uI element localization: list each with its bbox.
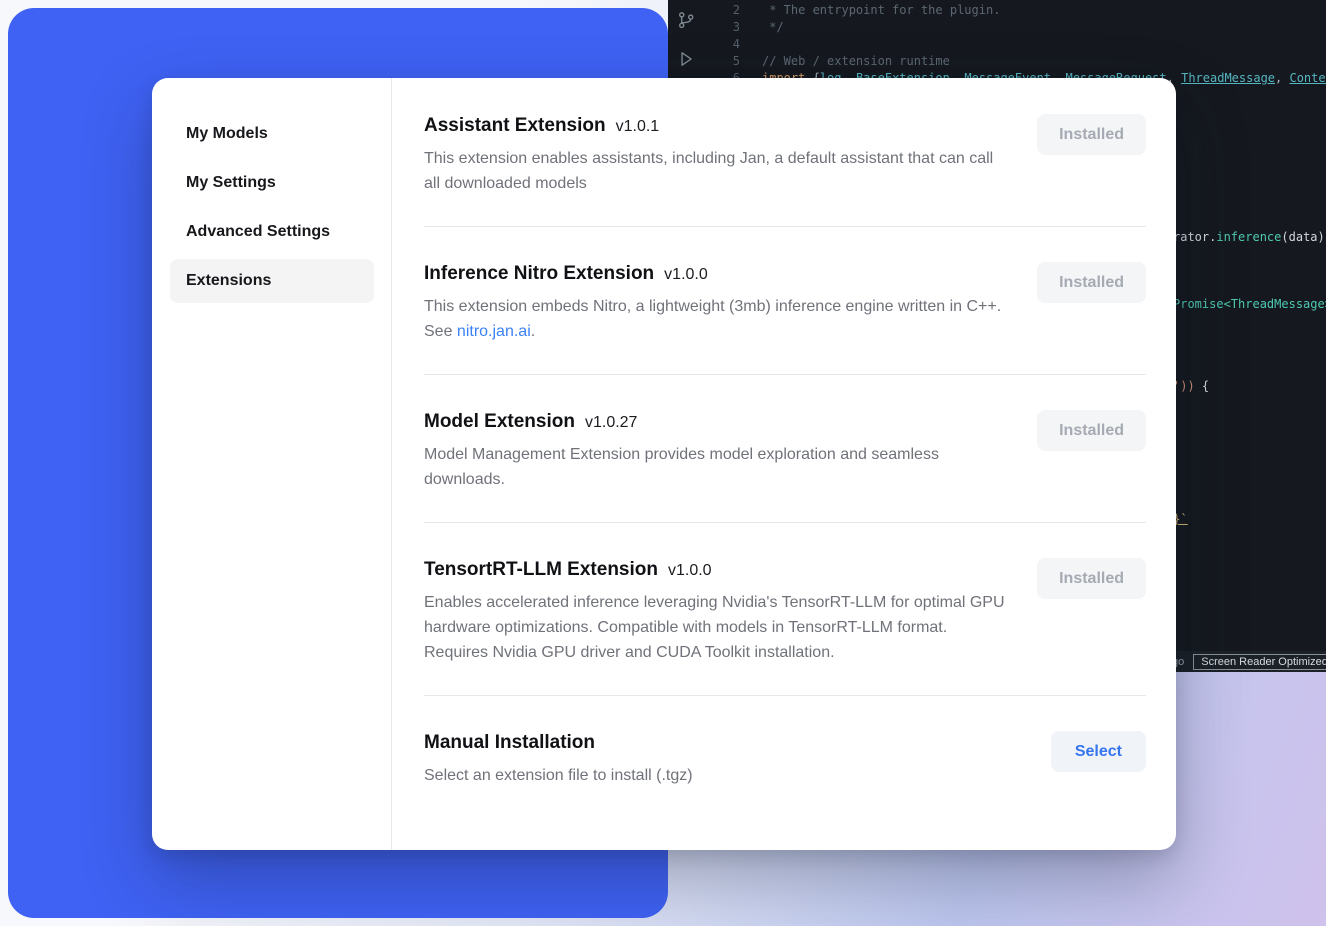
- extension-title-line: Manual Installation: [424, 729, 1027, 757]
- screen-reader-optimized-badge: Screen Reader Optimized: [1193, 654, 1326, 670]
- sidebar-item-label: Extensions: [186, 272, 271, 290]
- extension-description: This extension embeds Nitro, a lightweig…: [424, 294, 1012, 344]
- code-fragment: rator.inference(data));: [1173, 229, 1326, 246]
- extension-title: TensortRT-LLM Extension: [424, 556, 658, 584]
- code-line: 3 */: [668, 19, 1326, 36]
- extension-row-manual-installation: Manual Installation Select an extension …: [424, 696, 1146, 818]
- code-text: // Web / extension runtime: [762, 53, 950, 70]
- sidebar-item-my-settings[interactable]: My Settings: [170, 161, 374, 205]
- extension-info: TensortRT-LLM Extension v1.0.0 Enables a…: [424, 556, 1013, 665]
- desktop-background: 2 * The entrypoint for the plugin. 3 */ …: [0, 0, 1326, 926]
- installed-button[interactable]: Installed: [1037, 558, 1146, 599]
- extension-info: Model Extension v1.0.27 Model Management…: [424, 408, 1013, 492]
- extension-info: Assistant Extension v1.0.1 This extensio…: [424, 112, 1013, 196]
- extension-version: v1.0.0: [664, 266, 708, 284]
- line-number: 5: [668, 53, 740, 70]
- nitro-jan-ai-link[interactable]: nitro.jan.ai: [457, 323, 531, 340]
- extension-row: Model Extension v1.0.27 Model Management…: [424, 375, 1146, 523]
- settings-modal: My Models My Settings Advanced Settings …: [152, 78, 1176, 850]
- code-line: 4: [668, 36, 1326, 53]
- installed-button[interactable]: Installed: [1037, 114, 1146, 155]
- sidebar-item-label: My Models: [186, 125, 268, 143]
- extension-description: Enables accelerated inference leveraging…: [424, 590, 1012, 665]
- installed-button[interactable]: Installed: [1037, 262, 1146, 303]
- extension-version: v1.0.1: [616, 118, 660, 136]
- code-text: */: [762, 19, 784, 36]
- installed-button[interactable]: Installed: [1037, 410, 1146, 451]
- extension-title: Assistant Extension: [424, 112, 606, 140]
- extension-info: Inference Nitro Extension v1.0.0 This ex…: [424, 260, 1013, 344]
- code-line: 2 * The entrypoint for the plugin.: [668, 2, 1326, 19]
- line-number: 4: [668, 36, 740, 53]
- extension-description: Select an extension file to install (.tg…: [424, 763, 1012, 788]
- code-text: * The entrypoint for the plugin.: [762, 2, 1000, 19]
- extension-title-line: Model Extension v1.0.27: [424, 408, 1013, 436]
- extension-row: TensortRT-LLM Extension v1.0.0 Enables a…: [424, 523, 1146, 696]
- select-button[interactable]: Select: [1051, 731, 1146, 772]
- extension-title-line: TensortRT-LLM Extension v1.0.0: [424, 556, 1013, 584]
- sidebar-item-extensions[interactable]: Extensions: [170, 259, 374, 303]
- extension-title: Model Extension: [424, 408, 575, 436]
- extension-info: Manual Installation Select an extension …: [424, 729, 1027, 788]
- code-line: 5 // Web / extension runtime: [668, 53, 1326, 70]
- line-number: 3: [668, 19, 740, 36]
- sidebar-item-my-models[interactable]: My Models: [170, 112, 374, 156]
- settings-sidebar: My Models My Settings Advanced Settings …: [152, 78, 392, 850]
- code-fragment: ')) {: [1173, 378, 1209, 395]
- extension-row: Assistant Extension v1.0.1 This extensio…: [424, 78, 1146, 227]
- extensions-panel: Assistant Extension v1.0.1 This extensio…: [392, 78, 1176, 850]
- sidebar-item-advanced-settings[interactable]: Advanced Settings: [170, 210, 374, 254]
- sidebar-item-label: My Settings: [186, 174, 276, 192]
- code-fragment: Promise<ThreadMessage>: [1173, 296, 1326, 313]
- extension-title: Manual Installation: [424, 729, 595, 757]
- extension-version: v1.0.27: [585, 414, 637, 432]
- extension-description: This extension enables assistants, inclu…: [424, 146, 1012, 196]
- extension-title-line: Inference Nitro Extension v1.0.0: [424, 260, 1013, 288]
- code-lines: 2 * The entrypoint for the plugin. 3 */ …: [668, 2, 1326, 87]
- extension-version: v1.0.0: [668, 562, 712, 580]
- extension-title: Inference Nitro Extension: [424, 260, 654, 288]
- extension-row: Inference Nitro Extension v1.0.0 This ex…: [424, 227, 1146, 375]
- extension-title-line: Assistant Extension v1.0.1: [424, 112, 1013, 140]
- sidebar-item-label: Advanced Settings: [186, 223, 330, 241]
- line-number: 2: [668, 2, 740, 19]
- status-bar-items: go Screen Reader Optimized: [1172, 651, 1326, 672]
- extension-description: Model Management Extension provides mode…: [424, 442, 1012, 492]
